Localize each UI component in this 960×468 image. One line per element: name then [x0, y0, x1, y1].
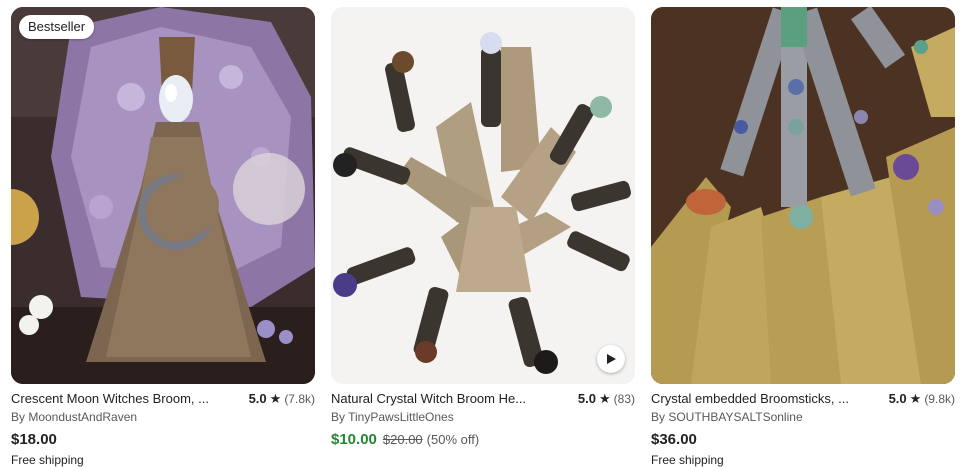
- listing-image-2[interactable]: [331, 7, 635, 384]
- listing-card-2[interactable]: Natural Crystal Witch Broom He... 5.0 ★ …: [331, 7, 635, 449]
- price: $36.00: [651, 431, 697, 448]
- shop-name[interactable]: By TinyPawsLittleOnes: [331, 409, 635, 425]
- listing-title[interactable]: Crescent Moon Witches Broom, ...: [11, 391, 209, 407]
- crescent-moon-broom-photo: [11, 7, 315, 384]
- price-row: $18.00: [11, 431, 315, 449]
- listing-card-1[interactable]: Bestseller Crescent Moon Witches Broom, …: [11, 7, 315, 468]
- listing-image-3[interactable]: [651, 7, 955, 384]
- star-icon: ★: [909, 391, 922, 406]
- shipping-label: Free shipping: [11, 453, 84, 467]
- listing-title[interactable]: Crystal embedded Broomsticks, ...: [651, 391, 849, 407]
- price-row: $10.00 $20.00 (50% off): [331, 431, 635, 449]
- play-icon: [607, 354, 616, 364]
- shop-name[interactable]: By MoondustAndRaven: [11, 409, 315, 425]
- original-price: $20.00: [382, 432, 423, 447]
- shipping-label: Free shipping: [651, 453, 724, 467]
- sale-price: $10.00: [331, 431, 377, 448]
- price: $18.00: [11, 431, 57, 448]
- listing-image-1[interactable]: Bestseller: [11, 7, 315, 384]
- review-count: (83): [613, 392, 635, 406]
- rating: 5.0 ★ (7.8k): [249, 391, 315, 407]
- review-count: (9.8k): [924, 392, 955, 406]
- discount-label: (50% off): [426, 432, 480, 447]
- review-count: (7.8k): [284, 392, 315, 406]
- rating: 5.0 ★ (83): [578, 391, 635, 407]
- star-icon: ★: [269, 391, 282, 406]
- rating-value: 5.0: [248, 391, 267, 406]
- rating-value: 5.0: [577, 391, 596, 406]
- play-video-button[interactable]: [597, 345, 625, 373]
- shop-name[interactable]: By SOUTHBAYSALTSonline: [651, 409, 955, 425]
- bestseller-badge: Bestseller: [19, 15, 95, 39]
- listing-card-3[interactable]: Crystal embedded Broomsticks, ... 5.0 ★ …: [651, 7, 955, 468]
- embedded-broomsticks-photo: [651, 7, 955, 384]
- rating: 5.0 ★ (9.8k): [889, 391, 955, 407]
- price-row: $36.00: [651, 431, 955, 449]
- listing-title[interactable]: Natural Crystal Witch Broom He...: [331, 391, 526, 407]
- rating-value: 5.0: [888, 391, 907, 406]
- star-icon: ★: [599, 391, 611, 406]
- crystal-brooms-photo: [331, 7, 635, 384]
